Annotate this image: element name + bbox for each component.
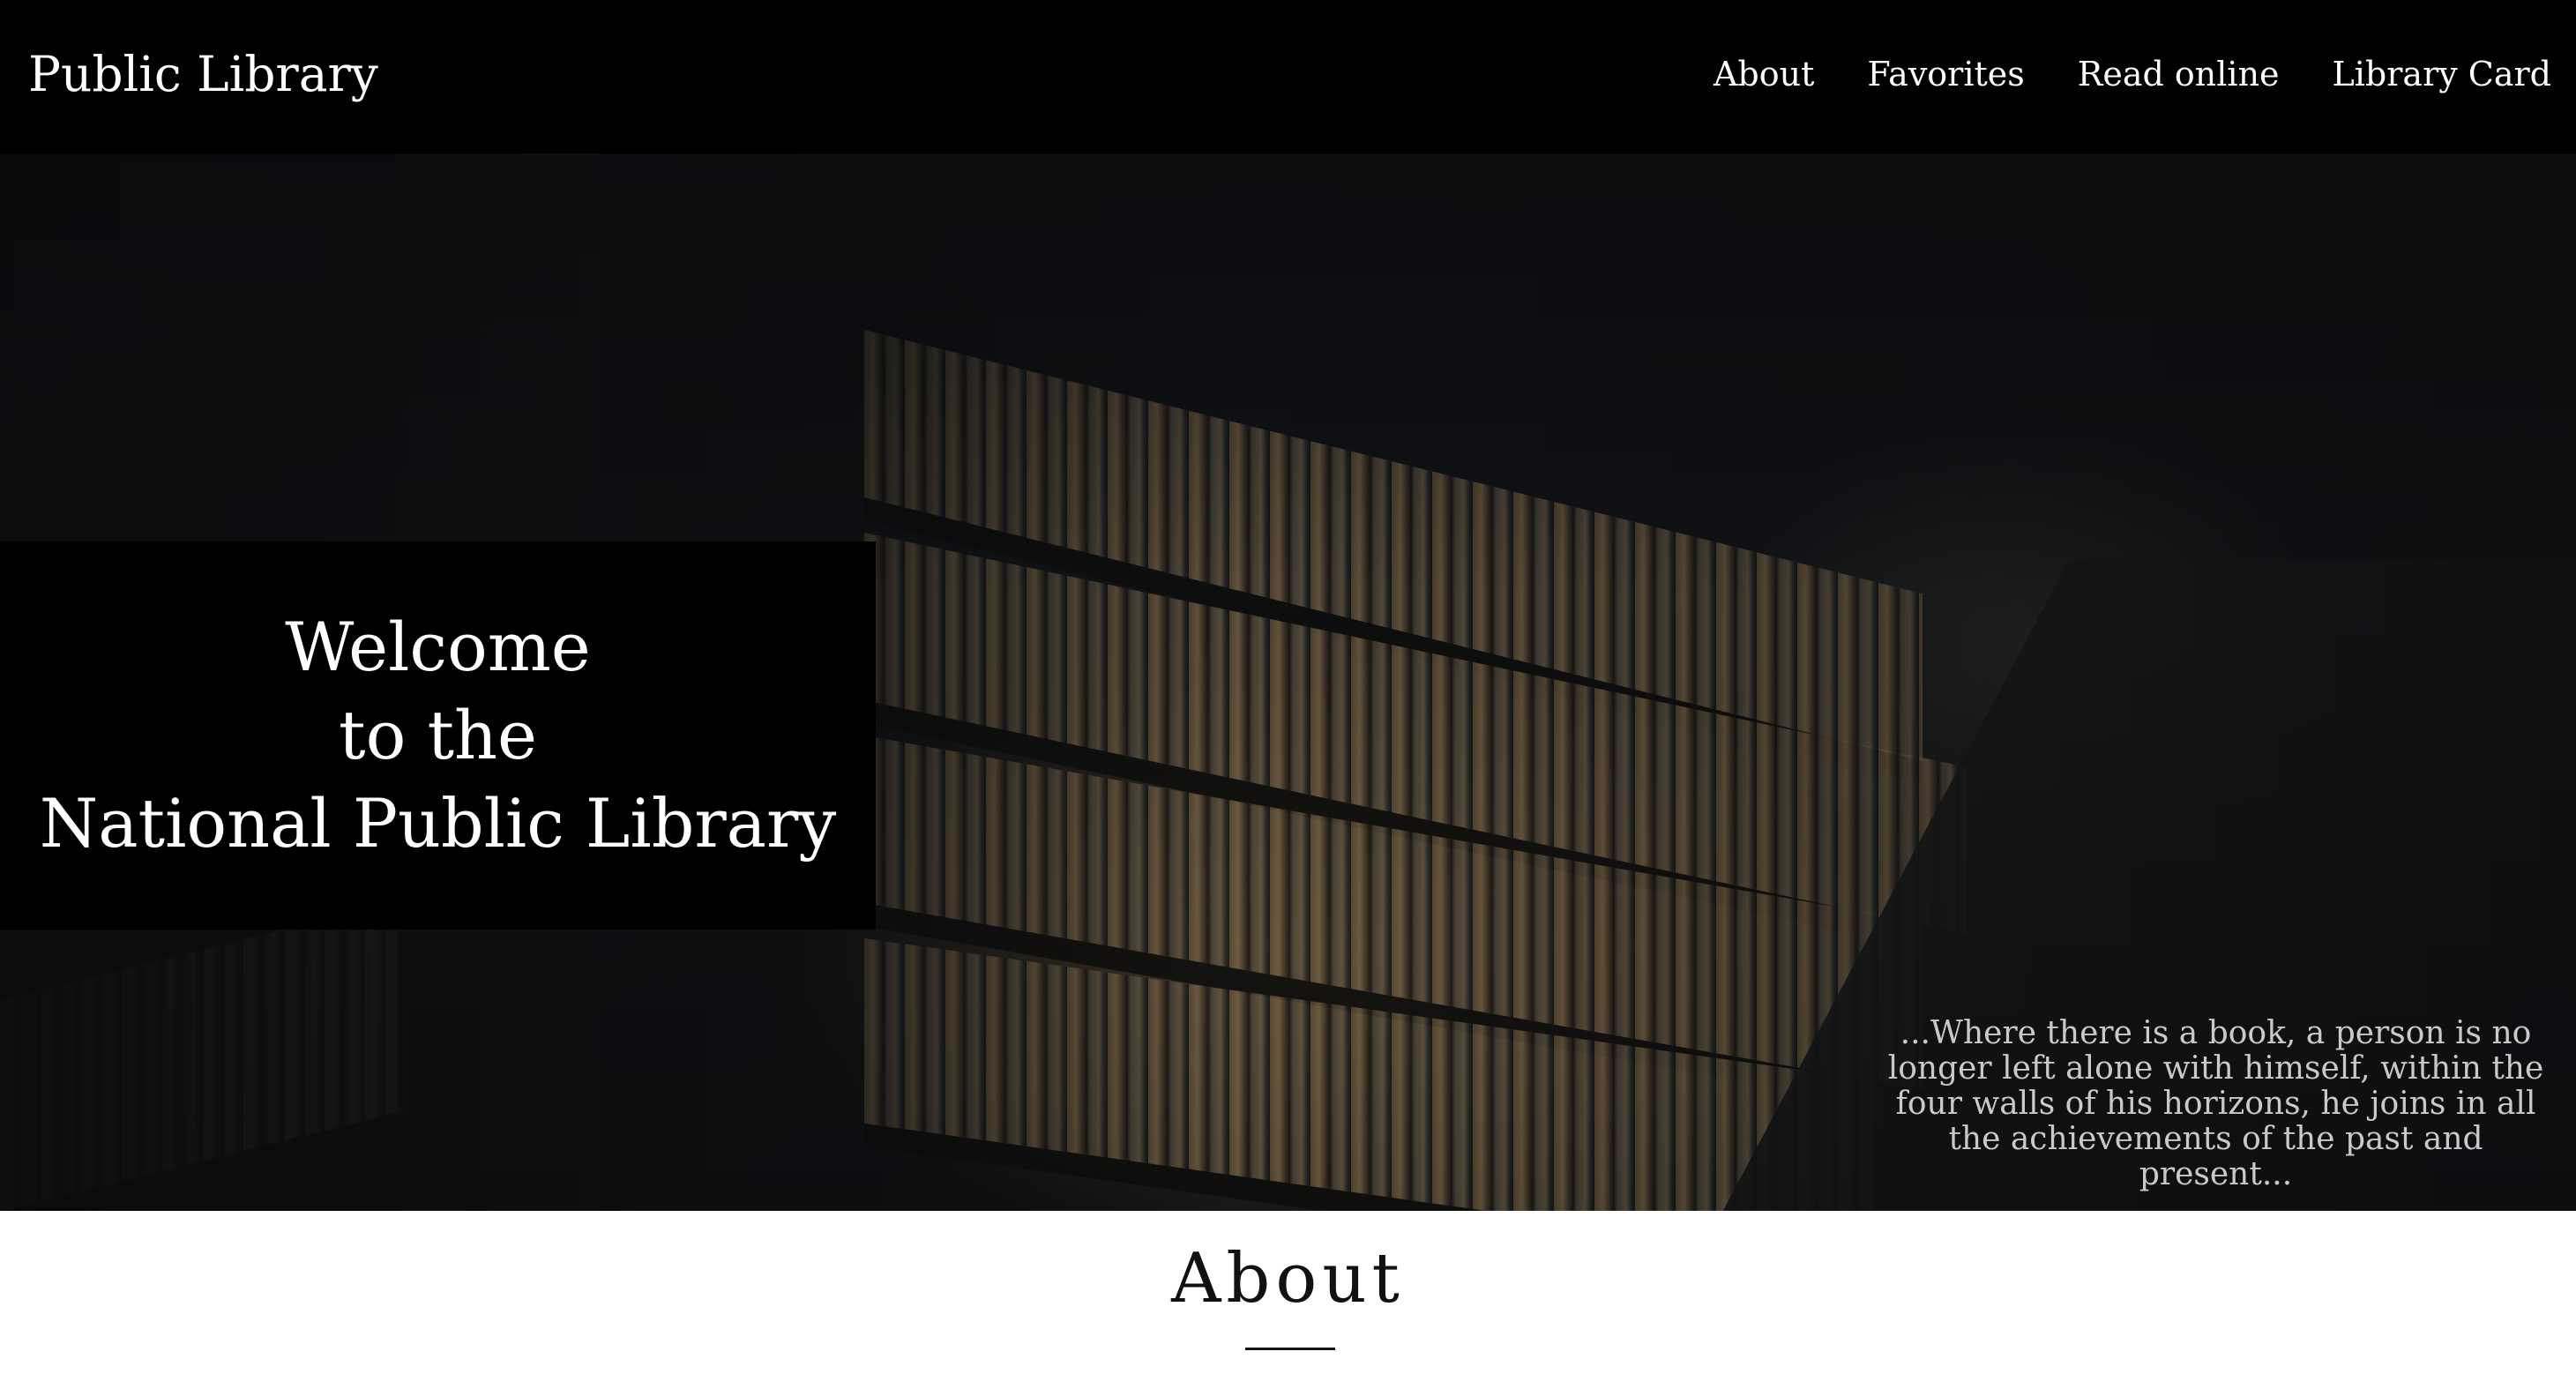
welcome-line-3: National Public Library bbox=[39, 784, 837, 862]
site-logo[interactable]: Public Library bbox=[28, 42, 378, 106]
about-divider bbox=[1245, 1348, 1335, 1350]
nav-link-library-card[interactable]: Library Card bbox=[2333, 51, 2551, 97]
nav-link-about[interactable]: About bbox=[1714, 51, 1814, 97]
site-header: Public Library About Favorites Read onli… bbox=[0, 0, 2576, 153]
nav-link-read-online[interactable]: Read online bbox=[2078, 51, 2280, 97]
nav-link-favorites[interactable]: Favorites bbox=[1867, 51, 2024, 97]
welcome-line-1: Welcome bbox=[285, 608, 591, 686]
welcome-panel: Welcome to the National Public Library bbox=[0, 541, 876, 930]
welcome-line-2: to the bbox=[339, 696, 537, 774]
hero-section: Welcome to the National Public Library .… bbox=[0, 153, 2576, 1211]
main-nav: About Favorites Read online Library Card bbox=[1714, 51, 2551, 97]
about-heading: About bbox=[1171, 1239, 1405, 1318]
hero-quote: ...Where there is a book, a person is no… bbox=[1887, 1015, 2544, 1192]
